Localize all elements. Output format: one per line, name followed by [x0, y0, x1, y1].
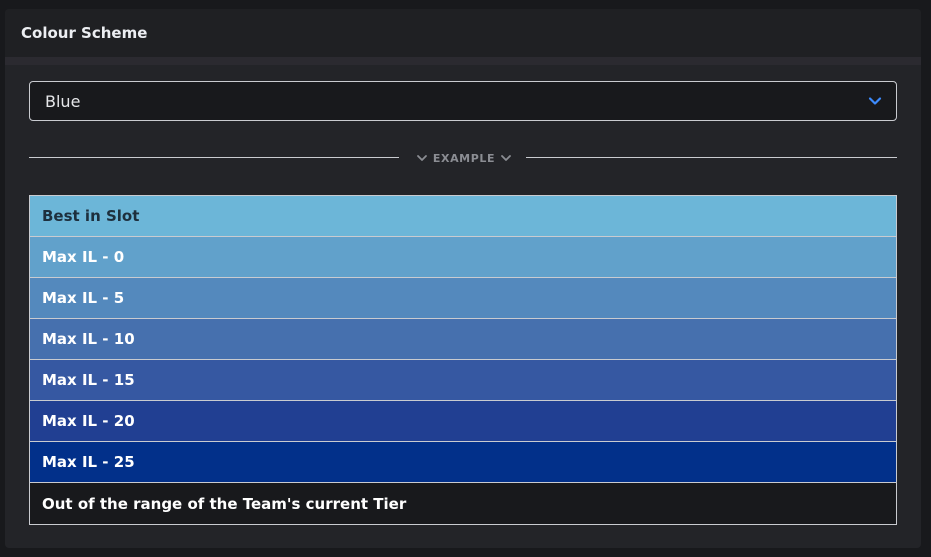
row-label: Best in Slot	[42, 207, 140, 225]
example-row-max-il-20: Max IL - 20	[30, 401, 896, 442]
divider-line-right	[526, 157, 897, 158]
colour-scheme-select[interactable]: Blue	[29, 81, 897, 121]
colour-scheme-select-value: Blue	[45, 92, 81, 111]
chevron-down-icon	[416, 155, 427, 161]
example-row-max-il-0: Max IL - 0	[30, 237, 896, 278]
row-label: Max IL - 20	[42, 412, 135, 430]
chevron-down-icon	[868, 97, 882, 105]
chevron-down-icon	[501, 155, 512, 161]
example-divider-label-group: EXAMPLE	[414, 149, 514, 167]
panel-title: Colour Scheme	[21, 24, 148, 42]
example-row-max-il-10: Max IL - 10	[30, 319, 896, 360]
example-colour-table: Best in Slot Max IL - 0 Max IL - 5 Max I…	[29, 195, 897, 525]
example-row-max-il-5: Max IL - 5	[30, 278, 896, 319]
example-divider: EXAMPLE	[29, 149, 897, 167]
divider-line-left	[29, 157, 399, 158]
example-row-out-of-range: Out of the range of the Team's current T…	[30, 483, 896, 524]
row-label: Max IL - 5	[42, 289, 125, 307]
row-label: Out of the range of the Team's current T…	[42, 494, 407, 513]
example-row-max-il-15: Max IL - 15	[30, 360, 896, 401]
row-label: Max IL - 15	[42, 371, 135, 389]
example-row-max-il-25: Max IL - 25	[30, 442, 896, 483]
panel-header: Colour Scheme	[5, 9, 921, 65]
row-label: Max IL - 25	[42, 453, 135, 471]
row-label: Max IL - 10	[42, 330, 135, 348]
row-label: Max IL - 0	[42, 248, 125, 266]
example-row-best-in-slot: Best in Slot	[30, 196, 896, 237]
colour-scheme-panel: Colour Scheme Blue EXAMPLE Best in Slot …	[5, 9, 921, 548]
example-divider-label: EXAMPLE	[432, 151, 496, 165]
